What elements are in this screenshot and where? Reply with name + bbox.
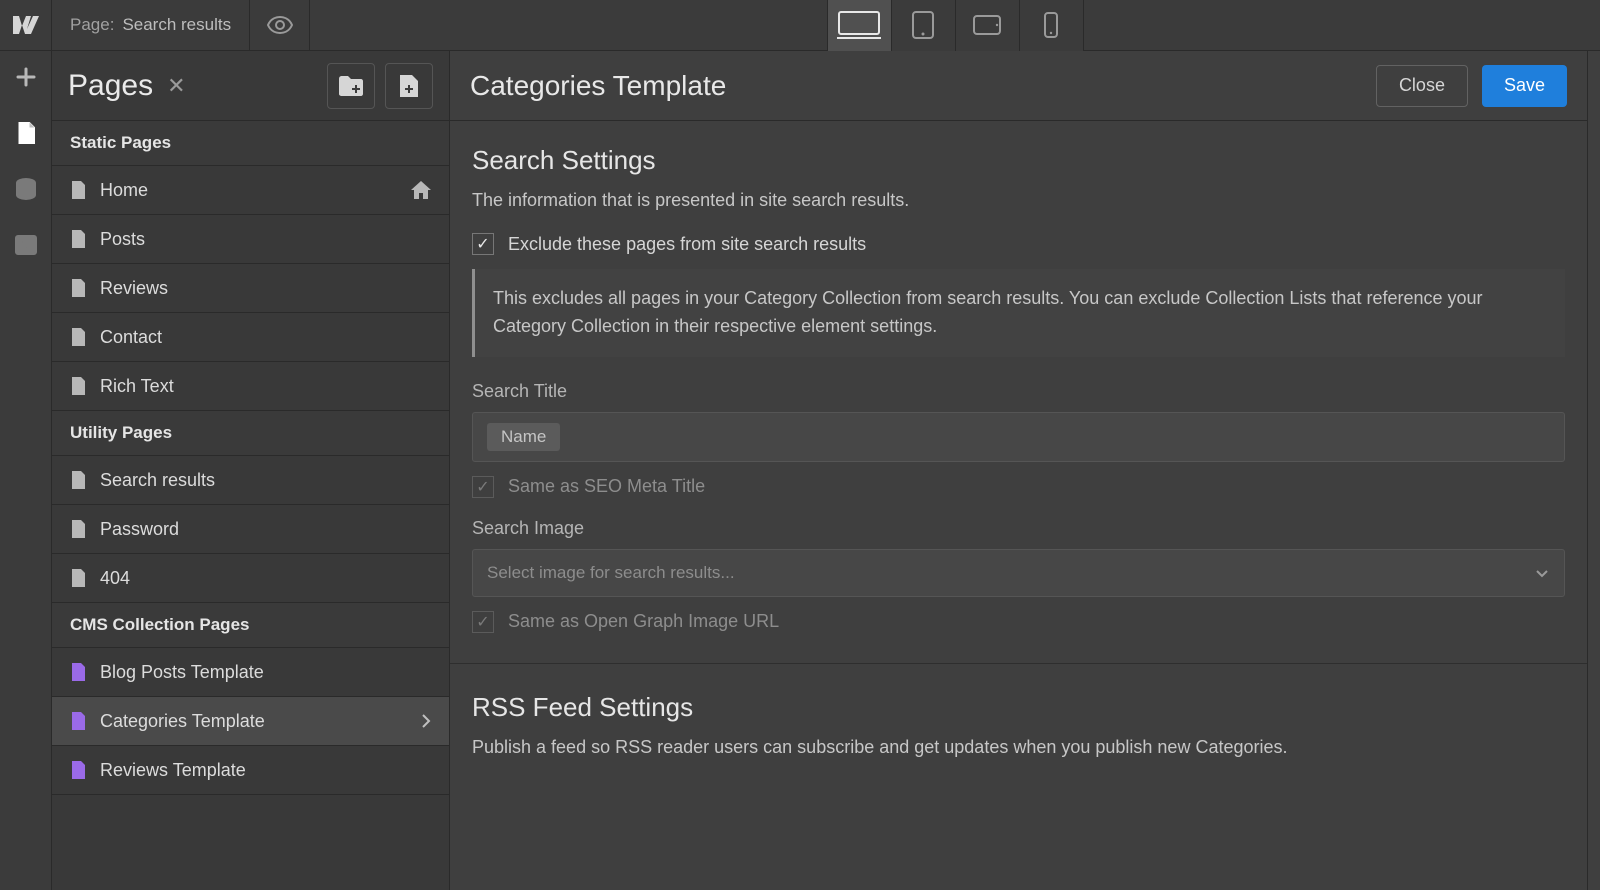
same-seo-row[interactable]: Same as SEO Meta Title [472,476,1565,498]
cms-page-icon [70,712,86,730]
page-item-label: Reviews [100,278,168,299]
page-item-label: Reviews Template [100,760,246,781]
home-icon [411,181,431,199]
device-mobile[interactable] [1020,0,1084,51]
new-folder-button[interactable] [327,63,375,109]
page-item-reviews-template[interactable]: Reviews Template [52,746,449,795]
device-desktop[interactable] [828,0,892,51]
search-title-label: Search Title [472,381,1565,402]
chevron-down-icon [1536,563,1548,583]
page-item-label: Contact [100,327,162,348]
search-image-placeholder: Select image for search results... [487,563,735,583]
rss-description: Publish a feed so RSS reader users can s… [472,737,1565,758]
page-item-blog-posts-template[interactable]: Blog Posts Template [52,648,449,697]
search-settings-heading: Search Settings [472,145,1565,176]
search-image-select[interactable]: Select image for search results... [472,549,1565,597]
left-rail [0,51,52,890]
chevron-right-icon [421,714,431,728]
page-icon [70,279,86,297]
search-title-chip: Name [487,423,560,451]
page-icon [70,471,86,489]
pages-button[interactable] [12,119,40,147]
same-og-label: Same as Open Graph Image URL [508,611,779,632]
same-og-row[interactable]: Same as Open Graph Image URL [472,611,1565,633]
page-value: Search results [122,15,231,35]
close-button[interactable]: Close [1376,65,1468,107]
exclude-info-callout: This excludes all pages in your Category… [472,269,1565,357]
exclude-pages-label: Exclude these pages from site search res… [508,234,866,255]
section-static-pages: Static Pages [52,121,449,166]
page-item-password[interactable]: Password [52,505,449,554]
page-item-label: Categories Template [100,711,265,732]
page-item-label: Home [100,180,148,201]
page-item-search-results[interactable]: Search results [52,456,449,505]
same-seo-checkbox[interactable] [472,476,494,498]
new-page-button[interactable] [385,63,433,109]
close-panel-button[interactable]: ✕ [167,73,185,99]
page-icon [70,181,86,199]
page-item-posts[interactable]: Posts [52,215,449,264]
page-icon [70,377,86,395]
page-item-label: Posts [100,229,145,250]
page-item-label: 404 [100,568,130,589]
page-item-rich-text[interactable]: Rich Text [52,362,449,411]
same-og-checkbox[interactable] [472,611,494,633]
device-tablet-landscape[interactable] [956,0,1020,51]
pages-panel: Pages ✕ Static Pages Home Posts Reviews [52,51,450,890]
page-icon [70,569,86,587]
preview-button[interactable] [250,0,310,51]
page-item-label: Blog Posts Template [100,662,264,683]
page-item-404[interactable]: 404 [52,554,449,603]
page-breadcrumb[interactable]: Page: Search results [52,0,250,51]
page-item-reviews[interactable]: Reviews [52,264,449,313]
cms-page-icon [70,663,86,681]
section-utility-pages: Utility Pages [52,411,449,456]
search-settings-section: Search Settings The information that is … [472,145,1565,633]
pages-panel-title: Pages [68,69,153,103]
page-key: Page: [70,15,114,35]
page-item-label: Password [100,519,179,540]
page-item-home[interactable]: Home [52,166,449,215]
rss-settings-section: RSS Feed Settings Publish a feed so RSS … [472,692,1565,758]
same-seo-label: Same as SEO Meta Title [508,476,705,497]
add-element-button[interactable] [12,63,40,91]
page-item-label: Search results [100,470,215,491]
scrollbar-track[interactable] [1588,51,1600,890]
settings-title: Categories Template [470,70,726,102]
search-title-input[interactable]: Name [472,412,1565,462]
search-image-label: Search Image [472,518,1565,539]
settings-header: Categories Template Close Save [450,51,1587,121]
page-item-contact[interactable]: Contact [52,313,449,362]
top-bar: Page: Search results [0,0,1600,51]
page-settings-panel: Categories Template Close Save Search Se… [450,51,1588,890]
save-button[interactable]: Save [1482,65,1567,107]
page-icon [70,230,86,248]
page-item-categories-template[interactable]: Categories Template [52,697,449,746]
cms-button[interactable] [12,175,40,203]
page-icon [70,520,86,538]
pages-panel-header: Pages ✕ [52,51,449,121]
exclude-pages-checkbox[interactable] [472,233,494,255]
cms-page-icon [70,761,86,779]
search-settings-description: The information that is presented in sit… [472,190,1565,211]
rss-heading: RSS Feed Settings [472,692,1565,723]
exclude-pages-row[interactable]: Exclude these pages from site search res… [472,233,1565,255]
webflow-logo[interactable] [0,0,52,51]
page-icon [70,328,86,346]
assets-button[interactable] [12,231,40,259]
section-cms-pages: CMS Collection Pages [52,603,449,648]
device-switcher [827,0,1084,51]
device-tablet-portrait[interactable] [892,0,956,51]
page-item-label: Rich Text [100,376,174,397]
